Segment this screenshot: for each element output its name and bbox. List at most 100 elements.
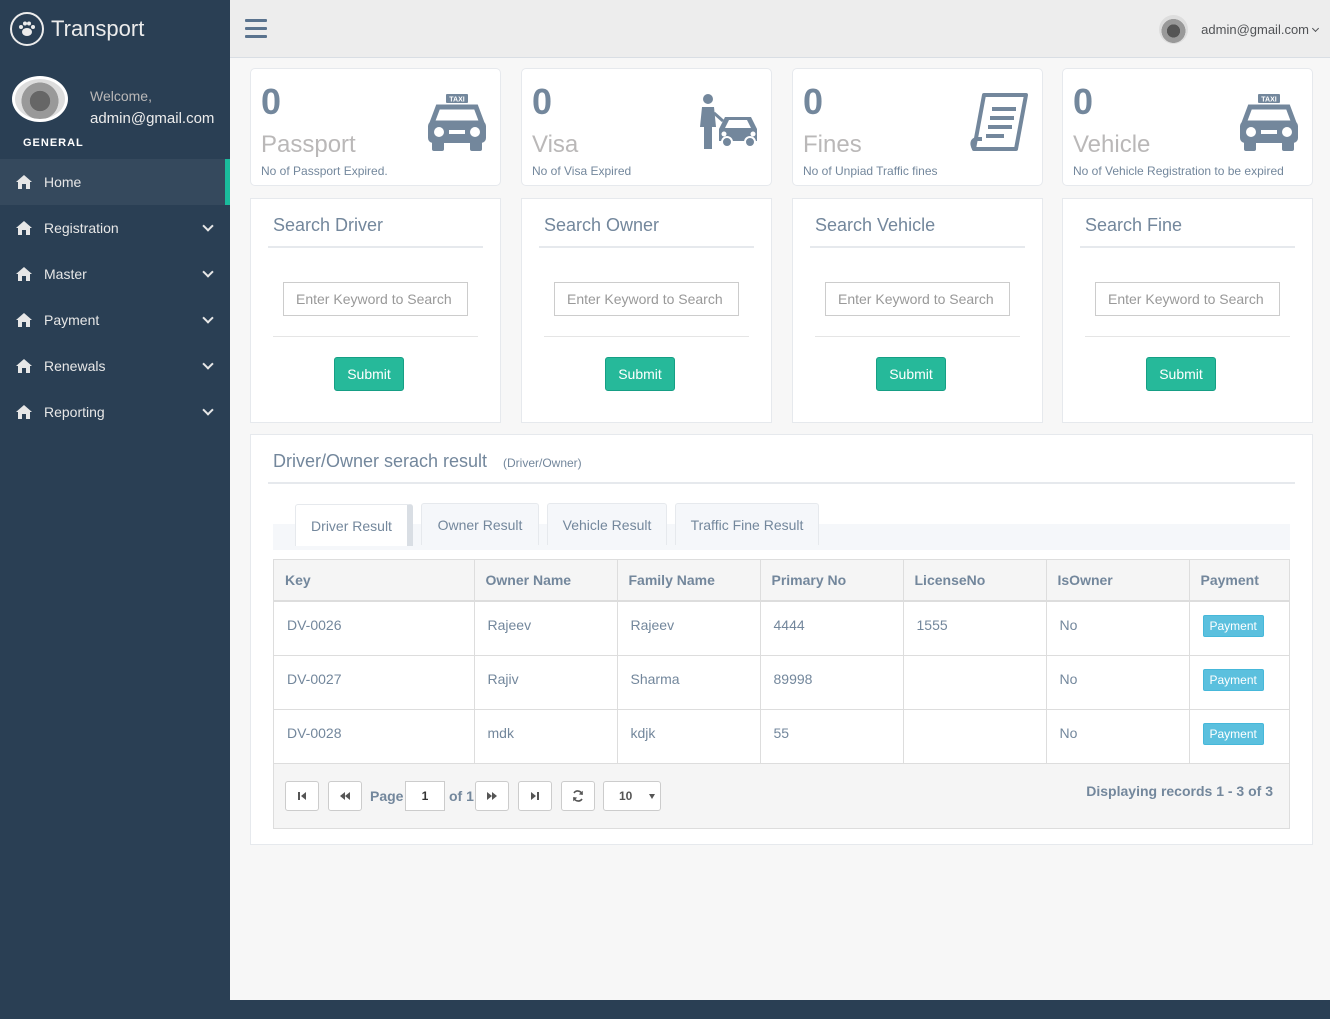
cell-key: DV-0027 bbox=[274, 655, 475, 710]
records-info: Displaying records 1 - 3 of 3 bbox=[1086, 782, 1273, 799]
column-header[interactable]: Payment bbox=[1189, 560, 1289, 602]
search-owner-submit-button[interactable]: Submit bbox=[605, 357, 675, 391]
refresh-button[interactable] bbox=[561, 780, 595, 811]
home-icon bbox=[15, 174, 33, 190]
cell-payment: Payment bbox=[1189, 601, 1289, 656]
cell-license-no bbox=[903, 655, 1047, 710]
page-input[interactable] bbox=[405, 780, 445, 811]
search-vehicle-panel: Search Vehicle Submit bbox=[792, 198, 1043, 423]
panel-title: Search Fine bbox=[1085, 215, 1183, 235]
cell-is-owner: No bbox=[1046, 601, 1190, 656]
user-email: admin@gmail.com bbox=[1201, 22, 1309, 37]
search-owner-input[interactable] bbox=[554, 282, 739, 316]
sidebar-item-master[interactable]: Master bbox=[0, 251, 230, 297]
column-header[interactable]: IsOwner bbox=[1046, 560, 1190, 602]
search-vehicle-submit-button[interactable]: Submit bbox=[876, 357, 946, 391]
sidebar-item-home[interactable]: Home bbox=[0, 159, 230, 205]
profile: Welcome, admin@gmail.com bbox=[0, 58, 230, 138]
brand[interactable]: Transport bbox=[0, 0, 230, 58]
cell-family-name: kdjk bbox=[617, 709, 761, 764]
search-vehicle-input[interactable] bbox=[825, 282, 1010, 316]
sidebar-item-payment[interactable]: Payment bbox=[0, 297, 230, 343]
page-size-select[interactable]: 10 bbox=[603, 780, 661, 811]
stat-tile-vehicle: TAXI 0 Vehicle No of Vehicle Registration t… bbox=[1062, 68, 1313, 186]
payment-button[interactable]: Payment bbox=[1202, 615, 1264, 637]
table-row[interactable]: DV-0028 mdk kdjk 55 No Payment bbox=[274, 709, 1289, 764]
sidebar-item-reporting[interactable]: Reporting bbox=[0, 389, 230, 435]
last-page-button[interactable] bbox=[518, 780, 552, 811]
home-icon bbox=[15, 312, 33, 328]
prev-page-button[interactable] bbox=[328, 780, 362, 811]
user-menu[interactable]: admin@gmail.com bbox=[1159, 15, 1320, 44]
cell-owner-name: Rajeev bbox=[474, 601, 618, 656]
chevron-down-icon bbox=[202, 358, 214, 370]
sidebar-item-registration[interactable]: Registration bbox=[0, 205, 230, 251]
result-subtitle: (Driver/Owner) bbox=[503, 456, 582, 470]
page-size-value: 10 bbox=[619, 788, 633, 803]
cell-primary-no: 89998 bbox=[760, 655, 904, 710]
tile-count: 0 bbox=[532, 81, 553, 122]
tab-traffic-fine-result[interactable]: Traffic Fine Result bbox=[675, 503, 819, 545]
welcome-user: admin@gmail.com bbox=[90, 110, 215, 127]
cell-primary-no: 4444 bbox=[760, 601, 904, 656]
payment-button[interactable]: Payment bbox=[1202, 668, 1264, 691]
first-page-icon bbox=[298, 791, 306, 800]
svg-text:TAXI: TAXI bbox=[1261, 97, 1276, 104]
cell-primary-no: 55 bbox=[760, 709, 904, 764]
search-fine-submit-button[interactable]: Submit bbox=[1146, 357, 1216, 391]
page-of-label: of 1 bbox=[449, 787, 474, 804]
section-title: GENERAL bbox=[23, 137, 84, 149]
sidebar-item-label: Renewals bbox=[44, 358, 106, 374]
taxi-icon: TAXI bbox=[424, 91, 490, 157]
menu-toggle-icon[interactable] bbox=[245, 19, 267, 38]
chevron-down-icon bbox=[202, 312, 214, 324]
search-fine-input[interactable] bbox=[1095, 282, 1280, 316]
cell-is-owner: No bbox=[1046, 655, 1190, 710]
cell-payment: Payment bbox=[1189, 709, 1289, 764]
tile-label: Vehicle bbox=[1073, 131, 1151, 158]
tile-label: Passport bbox=[261, 131, 356, 158]
chevron-down-icon bbox=[202, 266, 214, 278]
svg-text:TAXI: TAXI bbox=[449, 97, 464, 104]
refresh-icon bbox=[573, 789, 583, 802]
tab-driver-result[interactable]: Driver Result bbox=[295, 504, 413, 546]
tile-label: Visa bbox=[532, 131, 579, 158]
stat-tile-visa: 0 Visa No of Visa Expired bbox=[521, 68, 772, 186]
result-panel: Driver/Owner serach result (Driver/Owner… bbox=[250, 434, 1313, 845]
search-driver-input[interactable] bbox=[283, 282, 468, 316]
search-fine-panel: Search Fine Submit bbox=[1062, 198, 1313, 423]
sidebar: Transport Welcome, admin@gmail.com GENER… bbox=[0, 0, 230, 1000]
driver-car-icon bbox=[695, 91, 761, 157]
table-row[interactable]: DV-0026 Rajeev Rajeev 4444 1555 No Payment bbox=[274, 601, 1289, 656]
cell-family-name: Sharma bbox=[617, 655, 761, 710]
sidebar-item-renewals[interactable]: Renewals bbox=[0, 343, 230, 389]
column-header[interactable]: Key bbox=[274, 560, 475, 602]
cell-key: DV-0026 bbox=[274, 601, 475, 656]
column-header[interactable]: Owner Name bbox=[474, 560, 618, 602]
home-icon bbox=[15, 220, 33, 236]
table-row[interactable]: DV-0027 Rajiv Sharma 89998 No Payment bbox=[274, 655, 1289, 710]
tile-label: Fines bbox=[803, 131, 862, 158]
avatar bbox=[12, 76, 68, 122]
main-content: TAXI 0 Passport No of Passport Expired. 0 Vis… bbox=[230, 58, 1330, 1000]
stat-tile-passport: TAXI 0 Passport No of Passport Expired. bbox=[250, 68, 501, 186]
tab-owner-result[interactable]: Owner Result bbox=[421, 503, 539, 545]
panel-title: Search Owner bbox=[544, 215, 660, 235]
column-header[interactable]: Primary No bbox=[760, 560, 904, 602]
payment-button[interactable]: Payment bbox=[1202, 722, 1264, 745]
tab-vehicle-result[interactable]: Vehicle Result bbox=[547, 503, 667, 545]
next-page-button[interactable] bbox=[475, 780, 509, 811]
page-label: Page bbox=[370, 787, 404, 804]
column-header[interactable]: LicenseNo bbox=[903, 560, 1047, 602]
sidebar-item-label: Payment bbox=[44, 312, 100, 328]
first-page-button[interactable] bbox=[285, 780, 319, 811]
panel-title: Search Driver bbox=[273, 215, 384, 235]
search-driver-submit-button[interactable]: Submit bbox=[334, 357, 404, 391]
home-icon bbox=[15, 404, 33, 420]
tile-description: No of Visa Expired bbox=[532, 164, 632, 178]
cell-license-no: 1555 bbox=[903, 601, 1047, 656]
sidebar-item-label: Registration bbox=[44, 220, 119, 236]
home-icon bbox=[15, 266, 33, 282]
column-header[interactable]: Family Name bbox=[617, 560, 761, 602]
search-driver-panel: Search Driver Submit bbox=[250, 198, 501, 423]
